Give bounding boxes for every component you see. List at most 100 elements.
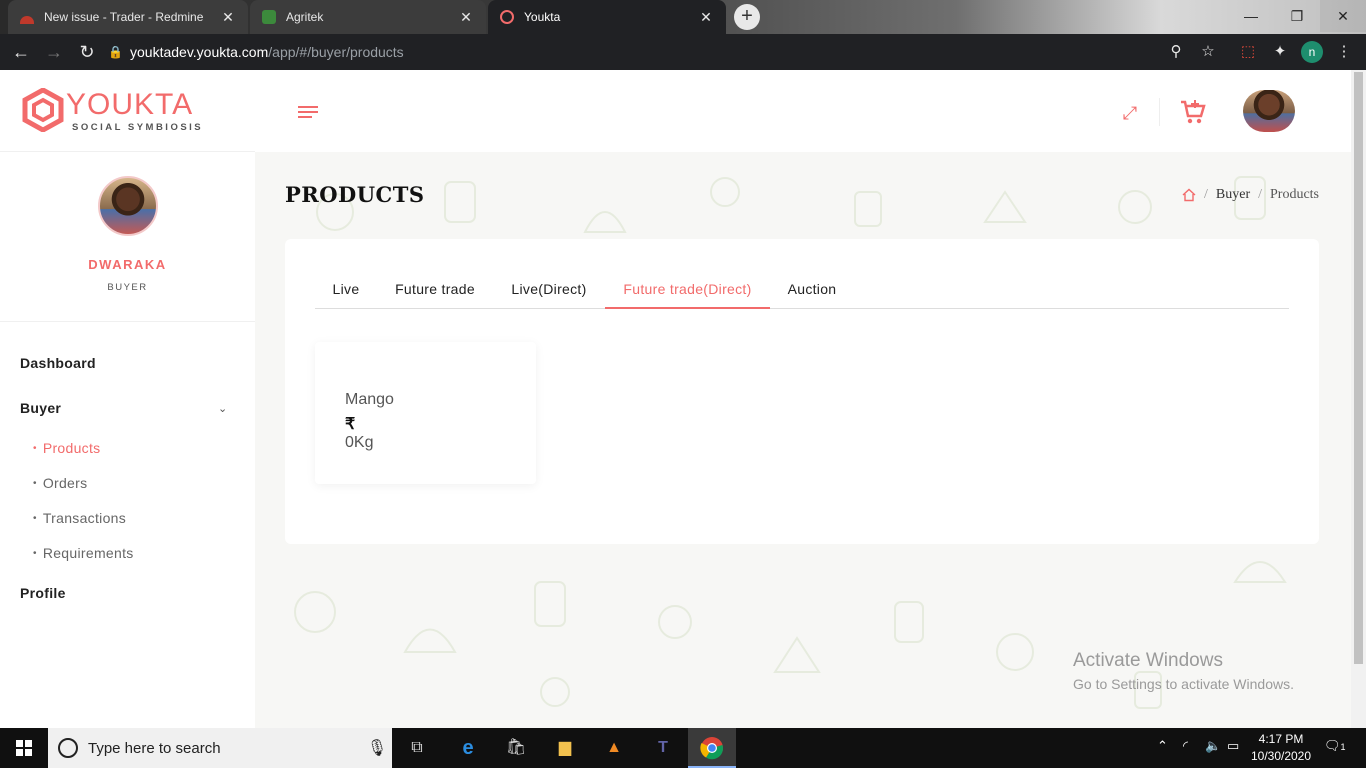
breadcrumb-separator: / [1258, 187, 1262, 202]
breadcrumb-separator: / [1204, 187, 1208, 202]
windows-activation-watermark: Activate Windows Go to Settings to activ… [1073, 650, 1294, 692]
clock-time: 4:17 PM [1258, 732, 1304, 746]
microphone-icon[interactable]: 🎙 [362, 738, 392, 758]
agritek-favicon-icon [262, 10, 276, 24]
url-path: /app/#/buyer/products [268, 44, 404, 60]
user-avatar[interactable] [1243, 90, 1295, 132]
tab-future-trade[interactable]: Future trade [377, 271, 493, 309]
extensions-puzzle-icon[interactable]: ✦ [1270, 42, 1290, 62]
new-tab-button[interactable]: + [734, 4, 760, 30]
user-name: DWARAKA [88, 257, 167, 272]
close-window-button[interactable]: ✕ [1320, 0, 1366, 32]
main-content: PRODUCTS / Buyer / Products Live Future … [255, 152, 1351, 728]
breadcrumb-buyer[interactable]: Buyer [1216, 187, 1250, 203]
product-tabs: Live Future trade Live(Direct) Future tr… [315, 271, 1289, 309]
chevron-down-icon[interactable]: ⌄ [218, 402, 227, 415]
cortana-icon [58, 738, 78, 758]
sidebar-item-transactions[interactable]: • Transactions [33, 510, 126, 526]
redmine-favicon-icon [20, 16, 34, 24]
breadcrumb-products: Products [1270, 187, 1319, 202]
tab-title: Youkta [524, 10, 561, 24]
home-icon[interactable] [1182, 188, 1196, 202]
browser-tab-redmine[interactable]: New issue - Trader - Redmine ✕ [8, 0, 248, 34]
page-scrollbar[interactable] [1351, 70, 1366, 728]
edge-browser-icon[interactable]: e [456, 736, 480, 760]
rupee-icon: ₹ [345, 416, 356, 433]
cart-icon[interactable] [1179, 99, 1207, 125]
file-explorer-icon[interactable]: ▆ [553, 736, 577, 760]
tab-auction[interactable]: Auction [770, 271, 854, 309]
product-card[interactable]: Mango ₹ 0Kg [315, 342, 536, 484]
restore-button[interactable]: ❐ [1274, 0, 1320, 32]
pdf-extension-icon[interactable]: ⬚ [1238, 42, 1258, 62]
sidebar-item-orders[interactable]: • Orders [33, 475, 87, 491]
sidebar: DWARAKA BUYER Dashboard Buyer ⌄ • Product… [0, 152, 255, 728]
location-pin-icon[interactable]: ⚲ [1166, 42, 1186, 62]
lock-icon: 🔒 [108, 45, 123, 59]
browser-tab-agritek[interactable]: Agritek ✕ [250, 0, 486, 34]
close-tab-icon[interactable]: ✕ [220, 9, 236, 26]
watermark-title: Activate Windows [1073, 650, 1223, 671]
top-header: ⤢ [255, 70, 1351, 152]
sidebar-item-requirements[interactable]: • Requirements [33, 545, 134, 561]
reload-icon[interactable]: ↻ [76, 41, 98, 63]
sidebar-profile-card: DWARAKA BUYER [0, 152, 255, 322]
clock-date: 10/30/2020 [1250, 749, 1312, 763]
close-tab-icon[interactable]: ✕ [698, 9, 714, 26]
windows-taskbar: Type here to search 🎙 ⧉ e 🛍 ▆ ▲ T ⌃ ◜ 🔈 … [0, 728, 1366, 768]
task-view-icon[interactable]: ⧉ [405, 736, 429, 760]
store-icon[interactable]: 🛍 [504, 736, 528, 760]
close-tab-icon[interactable]: ✕ [458, 9, 474, 26]
sidebar-item-label: Orders [42, 475, 88, 491]
sidebar-item-label: Requirements [42, 545, 134, 561]
brand-name: YOUKTA [66, 88, 194, 121]
address-bar[interactable]: 🔒 youktadev.youkta.com /app/#/buyer/prod… [108, 38, 1228, 66]
sidebar-avatar [98, 176, 158, 236]
browser-profile-avatar[interactable]: n [1301, 41, 1323, 63]
tray-chevron-up-icon[interactable]: ⌃ [1157, 738, 1168, 754]
sidebar-item-dashboard[interactable]: Dashboard [20, 355, 96, 371]
vlc-icon[interactable]: ▲ [602, 736, 626, 760]
brand-logo[interactable]: YOUKTA SOCIAL SYMBIOSIS [0, 70, 255, 152]
menu-toggle-icon[interactable] [298, 106, 318, 120]
fullscreen-expand-icon[interactable]: ⤢ [1120, 103, 1140, 123]
tab-live-direct[interactable]: Live(Direct) [493, 271, 605, 309]
tab-title: New issue - Trader - Redmine [44, 10, 204, 24]
sidebar-item-profile[interactable]: Profile [20, 585, 66, 601]
sidebar-item-label: Transactions [42, 510, 127, 526]
taskbar-clock[interactable]: 4:17 PM 10/30/2020 [1246, 731, 1316, 765]
minimize-button[interactable]: — [1228, 0, 1274, 32]
product-name: Mango [345, 391, 394, 408]
notification-count: 1 [1340, 742, 1346, 752]
bookmark-star-icon[interactable]: ☆ [1198, 42, 1218, 62]
volume-icon[interactable]: 🔈 [1205, 738, 1221, 754]
user-role: BUYER [107, 282, 148, 293]
sidebar-item-label: Products [42, 440, 101, 456]
browser-tabstrip: New issue - Trader - Redmine ✕ Agritek ✕… [0, 0, 1366, 34]
windows-start-icon[interactable] [0, 728, 48, 768]
tab-future-trade-direct[interactable]: Future trade(Direct) [605, 271, 770, 309]
chrome-menu-icon[interactable]: ⋮ [1334, 42, 1354, 62]
teams-icon[interactable]: T [651, 736, 675, 760]
products-card: Live Future trade Live(Direct) Future tr… [285, 239, 1319, 544]
search-placeholder: Type here to search [88, 739, 221, 757]
browser-toolbar: ← → ↻ 🔒 youktadev.youkta.com /app/#/buye… [0, 34, 1366, 70]
forward-icon[interactable]: → [43, 41, 65, 63]
sidebar-item-products[interactable]: • Products [33, 440, 100, 456]
wifi-icon[interactable]: ◜ [1183, 738, 1188, 754]
youkta-logo-icon [22, 88, 64, 132]
chrome-icon[interactable] [700, 736, 724, 760]
youkta-favicon-icon [500, 10, 514, 24]
page-title: PRODUCTS [285, 182, 425, 207]
battery-icon[interactable]: ▭ [1227, 738, 1239, 754]
back-icon[interactable]: ← [10, 41, 32, 63]
tab-live[interactable]: Live [315, 271, 377, 309]
breadcrumb: / Buyer / Products [1182, 187, 1319, 203]
browser-tab-youkta[interactable]: Youkta ✕ [488, 0, 726, 34]
scrollbar-thumb[interactable] [1354, 72, 1363, 664]
taskbar-search-input[interactable]: Type here to search 🎙 [48, 728, 392, 768]
product-quantity: 0Kg [345, 434, 374, 451]
sidebar-item-buyer[interactable]: Buyer [20, 400, 61, 416]
watermark-subtitle: Go to Settings to activate Windows. [1073, 676, 1294, 692]
notifications-icon[interactable]: 🗨1 [1324, 738, 1346, 754]
